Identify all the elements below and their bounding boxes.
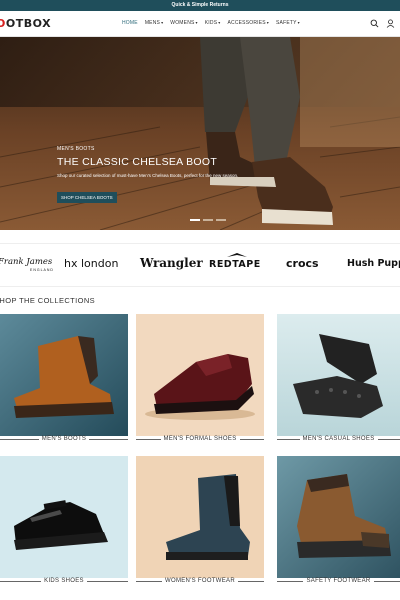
slider-dots (190, 219, 226, 221)
collection-caption[interactable]: SAFETY FOOTWEAR (277, 576, 400, 586)
collection-caption[interactable]: WOMEN'S FOOTWEAR (136, 576, 265, 586)
nav-mens[interactable]: MENS▾ (145, 20, 163, 26)
brand-wrangler[interactable]: Wrangler (140, 256, 203, 270)
nav-safety-label: SAFETY (276, 20, 297, 26)
slider-dot[interactable] (190, 219, 200, 221)
caption-rule (377, 438, 400, 440)
kids-shoes-image (0, 456, 128, 578)
hero-title: THE CLASSIC CHELSEA BOOT (57, 156, 218, 168)
collection-label: MEN'S CASUAL SHOES (302, 436, 375, 442)
collection-caption[interactable]: MEN'S BOOTS (0, 434, 129, 444)
nav-mens-label: MENS (144, 20, 161, 26)
caption-rule (136, 438, 161, 440)
caption-rule (277, 438, 300, 440)
caption-rule (86, 580, 128, 582)
brand-frank-james-sublabel: ENGLAND (30, 268, 54, 272)
brand-crocs[interactable]: crocs (286, 257, 319, 270)
caption-rule (277, 580, 304, 582)
brand-redtape-label: REDTAPE (209, 259, 261, 270)
chevron-down-icon: ▾ (266, 20, 270, 25)
caption-rule (373, 580, 400, 582)
collection-label: KIDS SHOES (44, 578, 84, 584)
brand-redtape[interactable]: REDTAPE (209, 253, 261, 270)
nav-safety[interactable]: SAFETY▾ (276, 20, 300, 26)
collection-label: WOMEN'S FOOTWEAR (165, 578, 235, 584)
chevron-down-icon: ▾ (195, 20, 198, 25)
collections-title: SHOP THE COLLECTIONS (0, 296, 95, 305)
site-header: FOOTBOX HOME MENS▾ WOMENS▾ KIDS▾ ACCESSO… (0, 11, 400, 37)
collection-label: SAFETY FOOTWEAR (306, 578, 371, 584)
chevron-down-icon: ▾ (297, 20, 300, 25)
nav-womens-label: WOMENS (170, 20, 195, 26)
hero-eyebrow: MEN'S BOOTS (57, 146, 95, 152)
caption-rule (136, 580, 163, 582)
brand-hx-london-label: hx london (64, 257, 119, 270)
collection-tile-mens-boots[interactable] (0, 314, 128, 436)
caption-rule (89, 438, 129, 440)
hero-banner[interactable]: MEN'S BOOTS THE CLASSIC CHELSEA BOOT Sho… (0, 37, 400, 230)
shop-chelsea-boots-button[interactable]: SHOP CHELSEA BOOTS (57, 192, 117, 203)
collection-tile-mens-formal-shoes[interactable] (136, 314, 264, 436)
collection-caption[interactable]: MEN'S FORMAL SHOES (136, 434, 264, 444)
collection-tile-safety-footwear[interactable] (277, 456, 400, 578)
hero-description: Shop our curated selection of must-have … (57, 173, 239, 178)
main-nav: HOME MENS▾ WOMENS▾ KIDS▾ ACCESSORIES▾ SA… (122, 20, 300, 26)
nav-home[interactable]: HOME (122, 20, 138, 26)
brand-strip: Frank James ENGLAND hx london Wrangler R… (0, 243, 400, 287)
brand-frank-james[interactable]: Frank James (0, 257, 52, 267)
hero-text: MEN'S BOOTS THE CLASSIC CHELSEA BOOT Sho… (57, 146, 238, 204)
nav-womens[interactable]: WOMENS▾ (170, 20, 197, 26)
slider-dot[interactable] (203, 219, 213, 221)
chevron-down-icon: ▾ (161, 20, 164, 25)
brand-hush-puppies-label: Hush Puppies (347, 258, 400, 269)
collection-caption[interactable]: KIDS SHOES (0, 576, 128, 586)
mens-formal-shoes-image (136, 314, 264, 436)
announcement-bar: Quick & Simple Returns (0, 0, 400, 11)
caption-rule (239, 438, 264, 440)
collection-tile-kids-shoes[interactable] (0, 456, 128, 578)
collection-label: MEN'S BOOTS (41, 436, 87, 442)
brand-crocs-label: crocs (286, 257, 319, 270)
nav-accessories[interactable]: ACCESSORIES▾ (227, 20, 269, 26)
nav-kids-label: KIDS (204, 20, 218, 26)
caption-rule (0, 580, 42, 582)
womens-footwear-image (136, 456, 264, 578)
collection-tile-mens-casual-shoes[interactable] (277, 314, 400, 436)
caption-rule (237, 580, 265, 582)
collection-label: MEN'S FORMAL SHOES (163, 436, 237, 442)
logo-black-text: OTBOX (5, 17, 52, 30)
header-icons (370, 19, 395, 28)
search-icon[interactable] (370, 19, 379, 28)
nav-accessories-label: ACCESSORIES (227, 20, 266, 26)
collection-tile-womens-footwear[interactable] (136, 456, 264, 578)
mens-boots-image (0, 314, 128, 436)
slider-dot[interactable] (216, 219, 226, 221)
brand-frank-james-label: Frank James (0, 257, 53, 267)
nav-home-label: HOME (122, 20, 138, 26)
caption-rule (0, 438, 39, 440)
announcement-text: Quick & Simple Returns (171, 2, 229, 8)
collections-title-text: SHOP THE COLLECTIONS (0, 296, 96, 305)
safety-footwear-image (277, 456, 400, 578)
collection-caption[interactable]: MEN'S CASUAL SHOES (277, 434, 400, 444)
site-logo[interactable]: FOOTBOX (0, 17, 60, 30)
redtape-wing-icon (227, 253, 247, 257)
nav-kids[interactable]: KIDS▾ (205, 20, 221, 26)
brand-hx-london[interactable]: hx london (64, 257, 118, 270)
brand-wrangler-label: Wrangler (140, 256, 203, 270)
mens-casual-shoes-image (277, 314, 400, 436)
account-icon[interactable] (386, 19, 395, 28)
brand-hush-puppies[interactable]: Hush Puppies (347, 258, 400, 269)
chevron-down-icon: ▾ (218, 20, 221, 25)
brand-frank-james-sub: ENGLAND (30, 268, 54, 272)
